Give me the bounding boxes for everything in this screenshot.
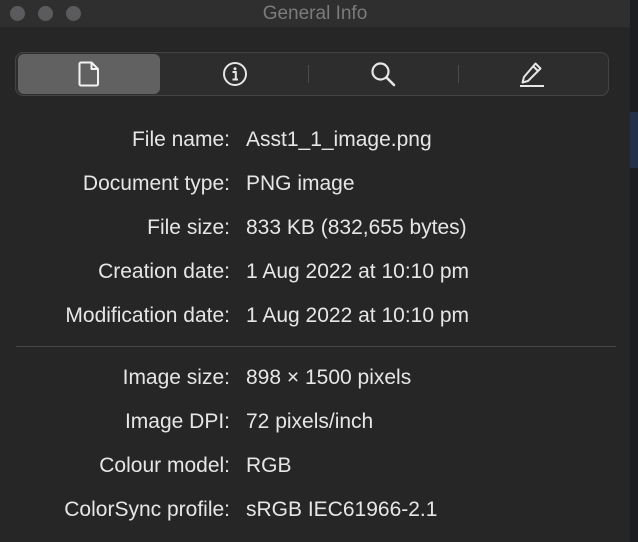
- tab-more-info[interactable]: [162, 54, 308, 94]
- search-icon: [370, 61, 396, 87]
- image-dpi-row: Image DPI: 72 pixels/inch: [0, 407, 630, 437]
- modification-date-row: Modification date: 1 Aug 2022 at 10:10 p…: [0, 301, 630, 331]
- colour-model-value: RGB: [246, 454, 292, 477]
- tab-keywords[interactable]: [310, 54, 456, 94]
- file-name-value: Asst1_1_image.png: [246, 128, 432, 151]
- colorsync-profile-label: ColorSync profile:: [64, 498, 230, 521]
- colorsync-profile-row: ColorSync profile: sRGB IEC61966-2.1: [0, 495, 630, 525]
- image-size-row: Image size: 898 × 1500 pixels: [0, 363, 630, 393]
- colorsync-profile-value: sRGB IEC61966-2.1: [246, 498, 438, 521]
- segment-divider: [308, 65, 309, 83]
- colour-model-row: Colour model: RGB: [0, 451, 630, 481]
- image-dpi-label: Image DPI:: [124, 410, 230, 433]
- section-divider: [16, 346, 616, 347]
- file-name-row: File name: Asst1_1_image.png: [0, 125, 630, 155]
- title-bar[interactable]: General Info: [0, 0, 630, 27]
- file-size-row: File size: 833 KB (832,655 bytes): [0, 213, 630, 243]
- creation-date-value: 1 Aug 2022 at 10:10 pm: [246, 260, 470, 283]
- image-size-label: Image size:: [122, 366, 230, 389]
- file-size-value: 833 KB (832,655 bytes): [246, 216, 467, 239]
- image-size-value: 898 × 1500 pixels: [246, 366, 412, 389]
- tab-general-info[interactable]: [18, 54, 160, 94]
- window-title: General Info: [262, 3, 368, 24]
- general-info-window: General Info File name: Asst1_1_image.pn…: [0, 0, 630, 542]
- image-dpi-value: 72 pixels/inch: [246, 410, 374, 433]
- background-window-accent: [630, 112, 638, 168]
- modification-date-value: 1 Aug 2022 at 10:10 pm: [246, 304, 470, 327]
- background-window-edge: [630, 0, 638, 542]
- pencil-icon: [518, 60, 546, 88]
- modification-date-label: Modification date:: [65, 304, 230, 327]
- document-icon: [78, 61, 100, 87]
- creation-date-label: Creation date:: [98, 260, 230, 283]
- file-name-label: File name:: [131, 128, 230, 151]
- colour-model-label: Colour model:: [99, 454, 230, 477]
- info-icon: [222, 61, 248, 87]
- inspector-tab-control: [15, 52, 609, 96]
- tab-annotations[interactable]: [458, 54, 606, 94]
- document-type-value: PNG image: [246, 172, 355, 195]
- document-type-label: Document type:: [82, 172, 230, 195]
- document-type-row: Document type: PNG image: [0, 169, 630, 199]
- creation-date-row: Creation date: 1 Aug 2022 at 10:10 pm: [0, 257, 630, 287]
- file-size-label: File size:: [147, 216, 230, 239]
